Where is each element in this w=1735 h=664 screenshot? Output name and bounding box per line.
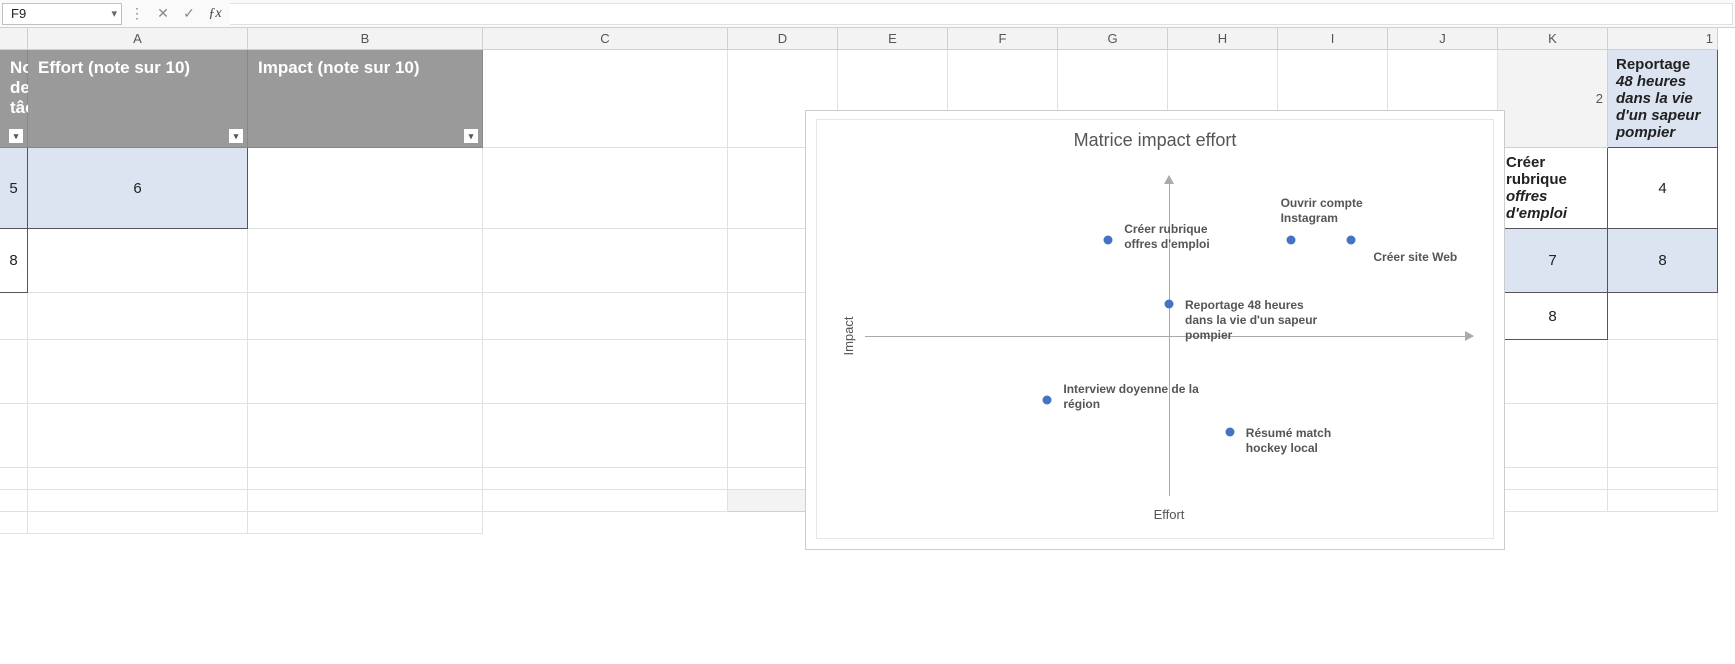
cell[interactable] bbox=[0, 490, 28, 512]
table-cell-impact[interactable]: 6 bbox=[28, 148, 248, 229]
col-head-E[interactable]: E bbox=[838, 28, 948, 50]
name-box[interactable]: F9 ▾ bbox=[2, 3, 122, 25]
cell[interactable] bbox=[0, 512, 28, 534]
col-head-K[interactable]: K bbox=[1498, 28, 1608, 50]
cell[interactable] bbox=[1498, 340, 1608, 404]
col-head-G[interactable]: G bbox=[1058, 28, 1168, 50]
cell[interactable] bbox=[1608, 340, 1718, 404]
chart-point-label: Résumé match hockey local bbox=[1246, 426, 1366, 456]
chart-plot-area: Effort Impact Reportage 48 heures dans l… bbox=[865, 176, 1473, 496]
chart-point bbox=[1165, 300, 1174, 309]
cell[interactable] bbox=[0, 293, 28, 340]
cell[interactable] bbox=[28, 512, 248, 534]
cell[interactable] bbox=[1608, 404, 1718, 468]
chart-point bbox=[1225, 428, 1234, 437]
cell[interactable] bbox=[1608, 490, 1718, 512]
arrow-right-icon bbox=[1465, 331, 1474, 341]
cell[interactable] bbox=[1608, 293, 1718, 340]
cell[interactable] bbox=[28, 490, 248, 512]
cell[interactable] bbox=[28, 404, 248, 468]
chart-point-label: Interview doyenne de la région bbox=[1063, 382, 1213, 412]
cell[interactable] bbox=[483, 468, 728, 490]
cell[interactable] bbox=[28, 468, 248, 490]
formula-bar: F9 ▾ ⋮ ✕ ✓ ƒx bbox=[0, 0, 1735, 28]
table-header-effort[interactable]: Effort (note sur 10) ▾ bbox=[28, 50, 248, 148]
row-head-1[interactable]: 1 bbox=[1608, 28, 1718, 50]
filter-icon[interactable]: ▾ bbox=[463, 128, 479, 144]
chart-point-label: Créer rubrique offres d'emploi bbox=[1124, 222, 1244, 252]
col-head-B[interactable]: B bbox=[248, 28, 483, 50]
table-cell-task[interactable]: Reportage 48 heures dans la vie d'un sap… bbox=[1608, 50, 1718, 148]
confirm-icon[interactable]: ✓ bbox=[178, 3, 200, 25]
chevron-down-icon: ▾ bbox=[111, 7, 117, 20]
cell[interactable] bbox=[1498, 490, 1608, 512]
cell[interactable] bbox=[483, 148, 728, 229]
chart-point bbox=[1043, 396, 1052, 405]
table-cell-impact[interactable]: 8 bbox=[1498, 293, 1608, 340]
cell[interactable] bbox=[248, 512, 483, 534]
table-cell-impact[interactable]: 8 bbox=[0, 229, 28, 293]
chart-frame: Matrice impact effort Effort Impact Repo… bbox=[816, 119, 1494, 539]
cell[interactable] bbox=[0, 404, 28, 468]
cell[interactable] bbox=[483, 404, 728, 468]
cell[interactable] bbox=[248, 490, 483, 512]
cell[interactable] bbox=[483, 340, 728, 404]
cell[interactable] bbox=[1498, 468, 1608, 490]
col-head-C[interactable]: C bbox=[483, 28, 728, 50]
cell[interactable] bbox=[1608, 468, 1718, 490]
table-cell-effort[interactable]: 7 bbox=[1498, 229, 1608, 293]
vertical-dots-icon[interactable]: ⋮ bbox=[126, 3, 148, 25]
select-all-corner[interactable] bbox=[0, 28, 28, 50]
filter-icon[interactable]: ▾ bbox=[8, 128, 24, 144]
col-head-I[interactable]: I bbox=[1278, 28, 1388, 50]
chart-point-label: Créer site Web bbox=[1373, 250, 1457, 265]
cell[interactable] bbox=[1498, 404, 1608, 468]
name-box-value: F9 bbox=[11, 6, 26, 21]
table-cell-task[interactable]: Créer rubrique offres d'emploi bbox=[1498, 148, 1608, 229]
formula-input[interactable] bbox=[230, 3, 1733, 25]
table-cell-impact[interactable]: 8 bbox=[1608, 229, 1718, 293]
cell[interactable] bbox=[483, 293, 728, 340]
chart-point-label: Ouvrir compte Instagram bbox=[1281, 196, 1401, 226]
table-header-task[interactable]: Nom de la tâche ▾ bbox=[0, 50, 28, 148]
filter-icon[interactable]: ▾ bbox=[228, 128, 244, 144]
chart-point bbox=[1347, 236, 1356, 245]
cell[interactable] bbox=[248, 468, 483, 490]
cell[interactable] bbox=[248, 148, 483, 229]
cancel-icon[interactable]: ✕ bbox=[152, 3, 174, 25]
row-head-2[interactable]: 2 bbox=[1498, 50, 1608, 148]
col-head-D[interactable]: D bbox=[728, 28, 838, 50]
cell[interactable] bbox=[28, 293, 248, 340]
cell[interactable] bbox=[248, 340, 483, 404]
cell[interactable] bbox=[28, 229, 248, 293]
chart-object[interactable]: Matrice impact effort Effort Impact Repo… bbox=[805, 110, 1505, 550]
cell[interactable] bbox=[483, 229, 728, 293]
cell[interactable] bbox=[483, 490, 728, 512]
cell[interactable] bbox=[248, 293, 483, 340]
y-axis-label: Impact bbox=[841, 316, 856, 355]
chart-point bbox=[1104, 236, 1113, 245]
cell[interactable] bbox=[0, 340, 28, 404]
fx-icon[interactable]: ƒx bbox=[204, 3, 226, 25]
x-axis-label: Effort bbox=[1154, 507, 1185, 522]
chart-title: Matrice impact effort bbox=[817, 120, 1493, 157]
chart-point bbox=[1286, 236, 1295, 245]
table-cell-effort[interactable]: 4 bbox=[1608, 148, 1718, 229]
arrow-up-icon bbox=[1164, 175, 1174, 184]
cell[interactable] bbox=[0, 468, 28, 490]
col-head-H[interactable]: H bbox=[1168, 28, 1278, 50]
cell[interactable] bbox=[28, 340, 248, 404]
col-head-J[interactable]: J bbox=[1388, 28, 1498, 50]
cell[interactable] bbox=[248, 404, 483, 468]
table-header-impact[interactable]: Impact (note sur 10) ▾ bbox=[248, 50, 483, 148]
col-head-F[interactable]: F bbox=[948, 28, 1058, 50]
table-cell-effort[interactable]: 5 bbox=[0, 148, 28, 229]
col-head-A[interactable]: A bbox=[28, 28, 248, 50]
chart-point-label: Reportage 48 heures dans la vie d'un sap… bbox=[1185, 298, 1325, 343]
cell[interactable] bbox=[248, 229, 483, 293]
cell[interactable] bbox=[483, 50, 728, 148]
